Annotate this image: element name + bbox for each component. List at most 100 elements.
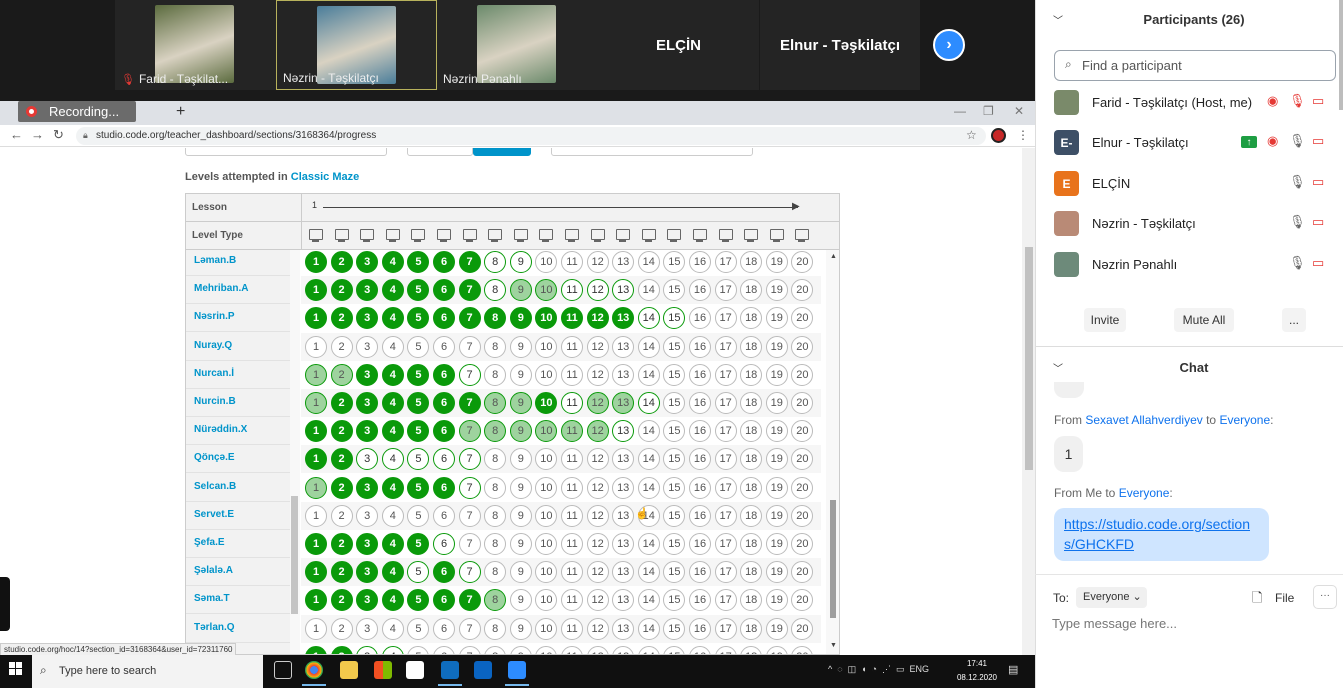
student-name-link[interactable]: Nurcan.İ [194, 368, 234, 379]
level-bubble[interactable]: 18 [740, 504, 763, 527]
level-bubble[interactable]: 2 [330, 504, 353, 527]
level-bubble[interactable]: 14 [637, 645, 660, 654]
chat-recipient[interactable]: Everyone [1119, 486, 1170, 500]
level-bubble[interactable]: 5 [407, 392, 430, 414]
level-bubble[interactable]: 19 [765, 645, 788, 654]
student-name-row[interactable]: Səma.T [186, 586, 290, 615]
level-bubble[interactable]: 11 [561, 363, 583, 386]
level-bubble[interactable]: 3 [356, 420, 379, 443]
level-bubble[interactable]: 14 [637, 533, 660, 555]
level-bubble[interactable]: 15 [663, 476, 686, 499]
level-bubble[interactable]: 4 [381, 363, 404, 386]
level-bubble[interactable]: 18 [740, 561, 763, 584]
level-bubble[interactable]: 15 [663, 307, 686, 330]
level-bubble[interactable]: 6 [433, 420, 455, 443]
level-bubble[interactable]: 17 [714, 335, 737, 358]
level-bubble[interactable]: 6 [433, 561, 455, 584]
student-name-link[interactable]: Nurcin.B [194, 396, 236, 407]
level-bubble[interactable]: 16 [689, 561, 711, 584]
level-bubble[interactable]: 20 [791, 335, 814, 358]
recording-icon[interactable]: ◉ [1267, 93, 1278, 109]
bookmark-star-icon[interactable]: ☆ [966, 128, 977, 142]
level-bubble[interactable]: 19 [765, 561, 788, 584]
level-bubble[interactable]: 1 [305, 420, 327, 443]
level-bubble[interactable]: 6 [433, 335, 455, 358]
level-bubble[interactable]: 13 [612, 504, 635, 527]
level-bubble[interactable]: 3 [356, 645, 379, 654]
level-bubble[interactable]: 18 [740, 589, 763, 612]
level-bubble[interactable]: 17 [714, 645, 737, 654]
lesson-number[interactable]: 1 [312, 200, 317, 210]
participant-row[interactable]: Nəzrin Pənahlı 🎙︎ ▭ [1035, 246, 1343, 286]
video-tile[interactable]: Nəzrin Pənahlı [437, 0, 598, 90]
level-bubble[interactable]: 2 [330, 448, 353, 471]
invite-button[interactable]: Invite [1084, 308, 1126, 332]
level-bubble[interactable]: 3 [356, 279, 379, 302]
level-bubble[interactable]: 15 [663, 392, 686, 414]
reload-icon[interactable]: ↻ [53, 127, 64, 143]
level-bubble[interactable]: 2 [330, 279, 353, 302]
file-explorer-icon[interactable] [340, 661, 358, 679]
level-bubble[interactable]: 3 [356, 589, 379, 612]
level-bubble[interactable]: 17 [714, 476, 737, 499]
level-bubble[interactable]: 4 [381, 504, 404, 527]
level-bubble[interactable]: 8 [484, 392, 507, 414]
level-bubble[interactable]: 11 [561, 335, 583, 358]
student-name-row[interactable]: Nuray.Q [186, 333, 290, 361]
level-bubble[interactable]: 8 [484, 589, 507, 612]
level-bubble[interactable]: 6 [433, 476, 455, 499]
level-bubble[interactable]: 7 [458, 251, 481, 273]
participant-row[interactable]: Nəzrin - Təşkilatçı 🎙︎ ▭ [1035, 205, 1343, 245]
student-name-link[interactable]: Nəsrin.P [194, 311, 235, 322]
level-bubble[interactable]: 10 [535, 589, 558, 612]
student-name-link[interactable]: Selcan.B [194, 481, 236, 492]
level-bubble[interactable]: 18 [740, 307, 763, 330]
grid-scrollbar-thumb[interactable] [830, 500, 836, 618]
level-bubble[interactable]: 19 [765, 363, 788, 386]
level-bubble[interactable]: 20 [791, 561, 814, 584]
level-bubble[interactable]: 2 [330, 617, 353, 640]
level-bubble[interactable]: 13 [612, 645, 635, 654]
level-bubble[interactable]: 2 [330, 645, 353, 654]
mic-icon[interactable]: 🎙︎ [1289, 174, 1306, 190]
level-bubble[interactable]: 11 [561, 589, 583, 612]
level-bubble[interactable]: 4 [381, 251, 404, 273]
level-bubble[interactable]: 15 [663, 617, 686, 640]
script-link[interactable]: Classic Maze [291, 171, 359, 183]
level-bubble[interactable]: 4 [381, 448, 404, 471]
chat-sender[interactable]: Sexavet Allahverdiyev [1085, 413, 1202, 427]
store-icon[interactable] [406, 661, 424, 679]
level-bubble[interactable]: 9 [509, 645, 532, 654]
notifications-icon[interactable]: ▤ [1008, 663, 1018, 676]
level-bubble[interactable]: 5 [407, 251, 430, 273]
level-bubble[interactable]: 6 [433, 533, 455, 555]
level-bubble[interactable]: 4 [381, 561, 404, 584]
level-bubble[interactable]: 3 [356, 617, 379, 640]
level-bubble[interactable]: 7 [458, 617, 481, 640]
student-name-row[interactable]: Qönçə.E [186, 445, 290, 474]
level-bubble[interactable]: 8 [484, 645, 507, 654]
level-bubble[interactable]: 4 [381, 279, 404, 302]
video-tile[interactable]: 🎙︎ Farid - Təşkilat... [115, 0, 276, 90]
video-tile[interactable]: Elnur - Təşkilatçı [760, 0, 920, 90]
level-bubble[interactable]: 9 [509, 533, 532, 555]
level-bubble[interactable]: 18 [740, 363, 763, 386]
level-bubble[interactable]: 4 [381, 617, 404, 640]
level-bubble[interactable]: 9 [509, 589, 532, 612]
level-bubble[interactable]: 19 [765, 589, 788, 612]
level-bubble[interactable]: 1 [305, 504, 327, 527]
level-bubble[interactable]: 16 [689, 645, 711, 654]
level-bubble[interactable]: 9 [509, 617, 532, 640]
mute-all-button[interactable]: Mute All [1174, 308, 1234, 332]
level-bubble[interactable]: 13 [612, 392, 635, 414]
level-bubble[interactable]: 17 [714, 589, 737, 612]
level-bubble[interactable]: 7 [458, 448, 481, 471]
level-bubble[interactable]: 3 [356, 533, 379, 555]
taskbar-search-input[interactable]: Type here to search [32, 655, 263, 688]
level-bubble[interactable]: 14 [637, 392, 660, 414]
clock[interactable]: 17:41 08.12.2020 [952, 657, 1002, 685]
level-bubble[interactable]: 19 [765, 420, 788, 443]
level-bubble[interactable]: 18 [740, 420, 763, 443]
level-bubble[interactable]: 16 [689, 476, 711, 499]
level-bubble[interactable]: 13 [612, 476, 635, 499]
